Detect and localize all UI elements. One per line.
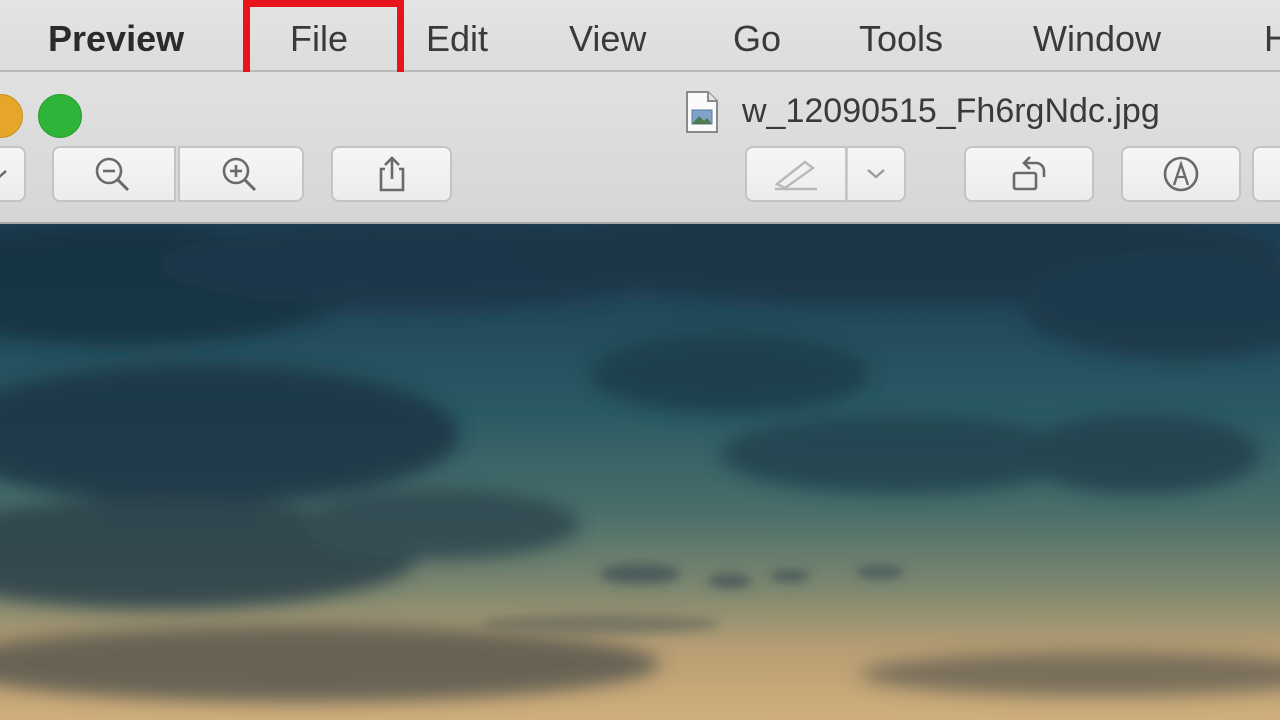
chevron-down-icon — [0, 170, 7, 178]
rotate-left-icon — [1012, 156, 1046, 191]
pen-icon — [774, 160, 817, 191]
document-title: w_12090515_Fh6rgNdc.jpg — [742, 92, 1160, 130]
window-titlebar: w_12090515_Fh6rgNdc.jpg — [0, 72, 1280, 224]
sidebar-view-button[interactable] — [0, 146, 26, 202]
menu-window[interactable]: Window — [1033, 17, 1161, 61]
zoom-button[interactable] — [38, 94, 82, 138]
sky-clouds-graphic — [0, 224, 1280, 702]
markup-dropdown-button[interactable] — [847, 146, 906, 202]
zoom-out-button[interactable] — [52, 146, 176, 202]
search-button[interactable] — [1252, 146, 1280, 202]
share-button[interactable] — [331, 146, 452, 202]
menu-bar: Preview File Edit View Go Tools Window H — [0, 0, 1280, 79]
zoom-in-button[interactable] — [178, 146, 304, 202]
markup-pen-circle-icon — [1163, 156, 1199, 192]
menu-go[interactable]: Go — [733, 17, 781, 61]
menu-file[interactable]: File — [290, 17, 348, 61]
photo-sky-image — [0, 224, 1280, 720]
menu-view[interactable]: View — [569, 17, 646, 61]
markup-button[interactable] — [745, 146, 847, 202]
preview-app-screen: Preview File Edit View Go Tools Window H… — [0, 0, 1280, 720]
chevron-down-icon — [867, 169, 885, 179]
share-icon — [379, 156, 404, 192]
magnifier-minus-icon — [95, 157, 130, 192]
menu-help[interactable]: H — [1264, 17, 1280, 61]
markup-toolbar-button[interactable] — [1121, 146, 1241, 202]
menu-tools[interactable]: Tools — [859, 17, 943, 61]
minimize-button[interactable] — [0, 94, 23, 138]
magnifier-plus-icon — [222, 157, 257, 192]
menu-preview[interactable]: Preview — [48, 17, 184, 61]
rotate-button[interactable] — [964, 146, 1094, 202]
jpeg-file-icon[interactable] — [684, 90, 720, 134]
menu-edit[interactable]: Edit — [426, 17, 488, 61]
